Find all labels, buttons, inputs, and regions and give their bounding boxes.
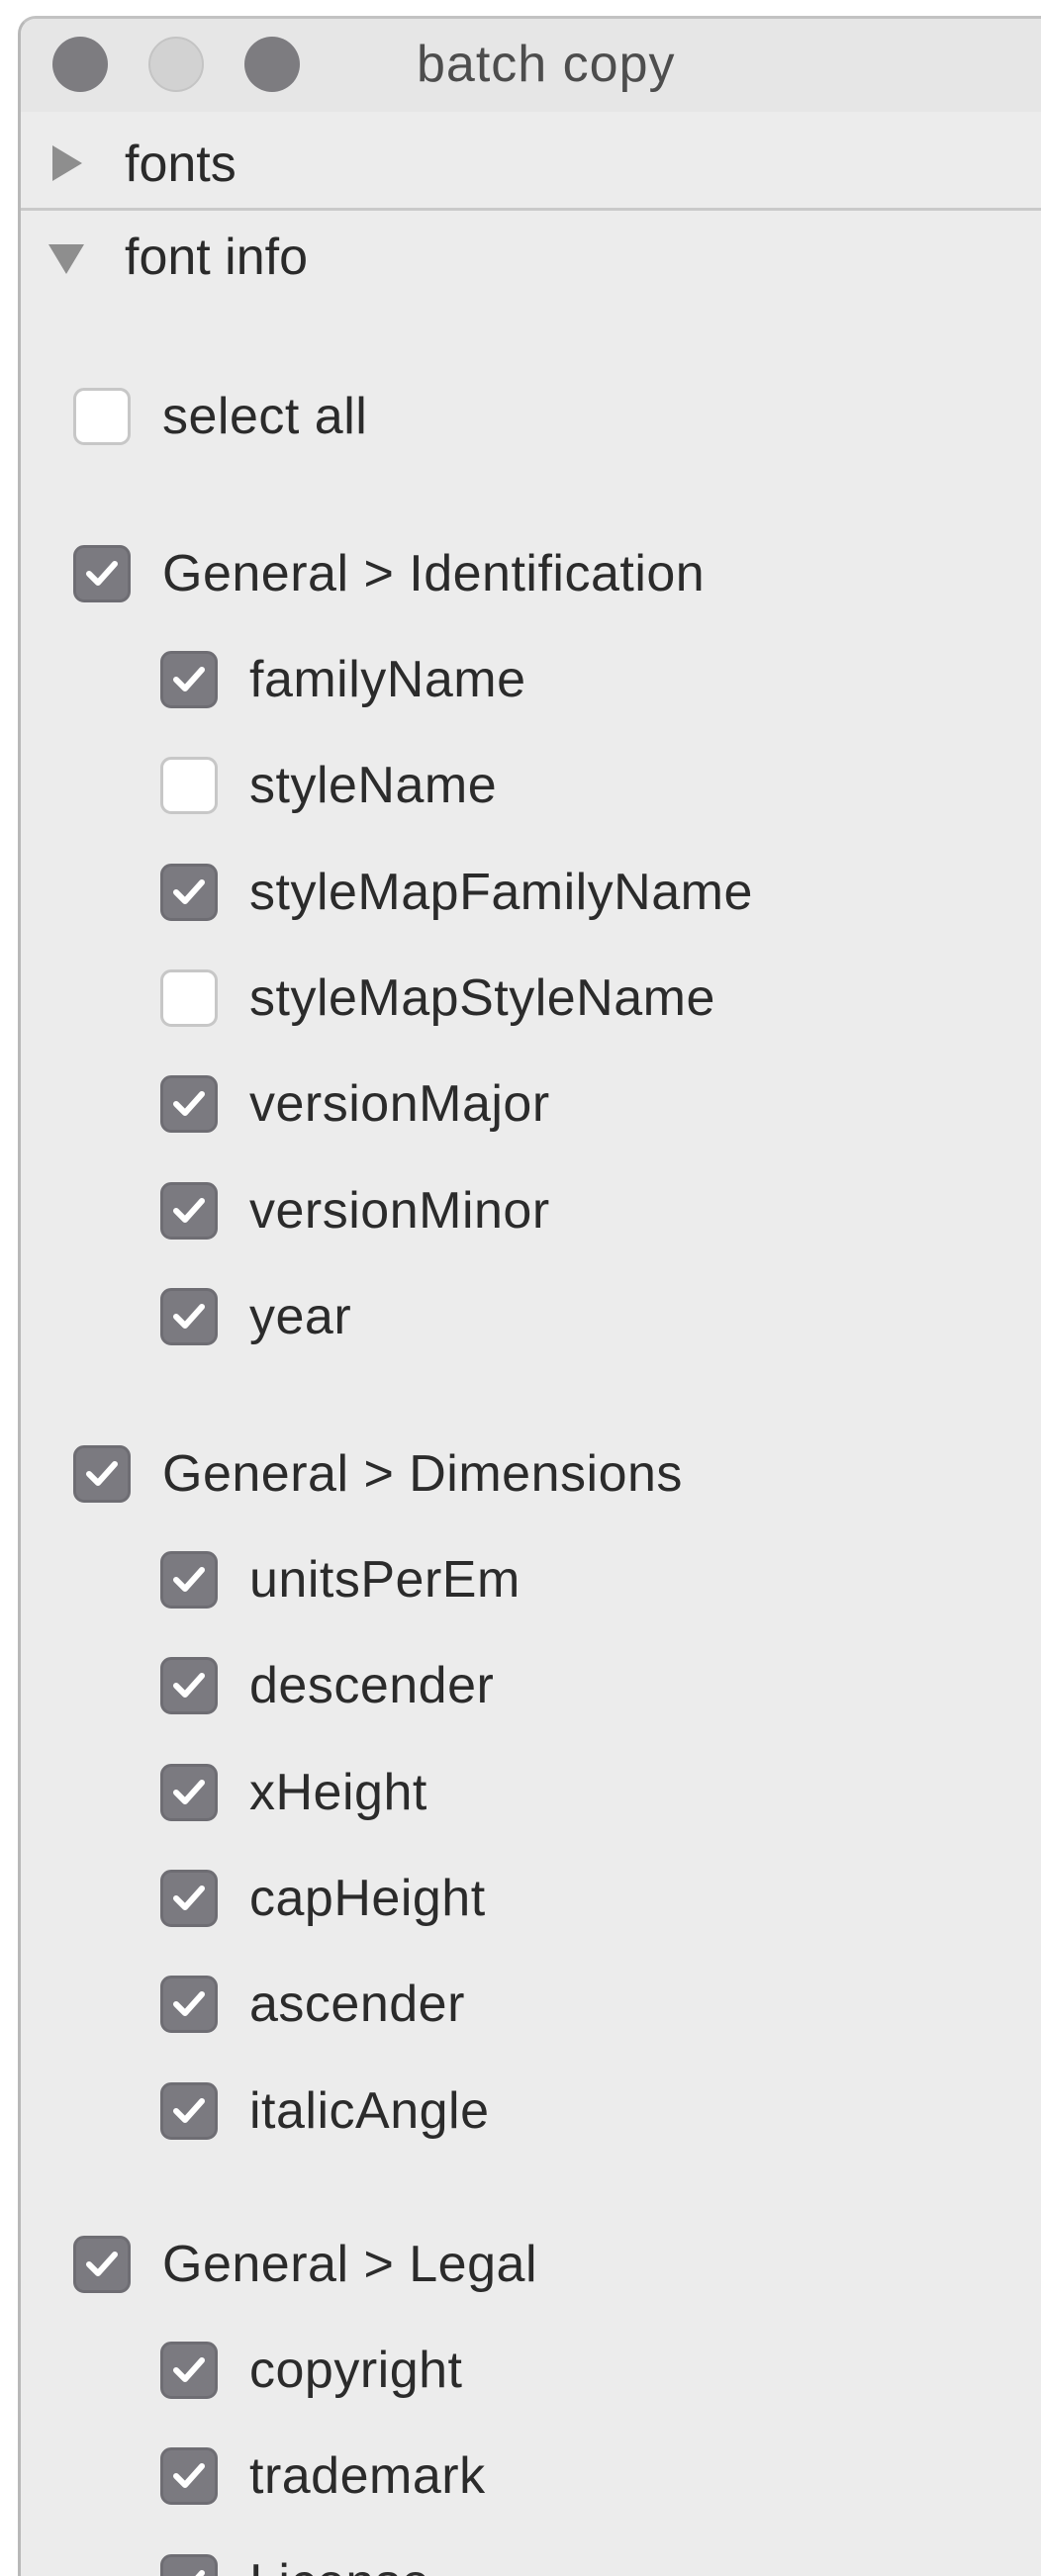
checkbox-label: styleName (249, 757, 498, 814)
checkbox-unchecked[interactable] (73, 388, 131, 445)
checkbox-unchecked[interactable] (160, 969, 218, 1027)
checkmark-icon (173, 2463, 205, 2488)
checkbox-label: copyright (249, 2342, 463, 2399)
checkbox-label: versionMajor (249, 1075, 550, 1133)
checkmark-icon (173, 1567, 205, 1592)
checkmark-icon (173, 1304, 205, 1329)
font-info-section-label: font info (125, 229, 309, 286)
field-checkbox-versionminor[interactable]: versionMinor (160, 1176, 1041, 1247)
checkbox-checked[interactable] (160, 651, 218, 708)
field-checkbox-stylemapfamilyname[interactable]: styleMapFamilyName (160, 858, 1041, 929)
checkbox-label: versionMinor (249, 1182, 550, 1240)
checkmark-icon (173, 1780, 205, 1804)
checkmark-icon (173, 1198, 205, 1223)
section-divider (21, 208, 1041, 211)
fonts-section-header[interactable]: fonts (21, 120, 1041, 209)
window-title: batch copy (417, 36, 676, 93)
field-checkbox-xheight[interactable]: xHeight (160, 1758, 1041, 1829)
checkbox-label: General > Dimensions (162, 1445, 683, 1503)
checkbox-unchecked[interactable] (160, 757, 218, 814)
field-checkbox-trademark[interactable]: trademark (160, 2441, 1041, 2513)
field-checkbox-stylename[interactable]: styleName (160, 751, 1041, 822)
checkmark-icon (195, 2570, 205, 2576)
checkbox-label: trademark (249, 2447, 486, 2505)
field-checkbox-unitsperem[interactable]: unitsPerEm (160, 1545, 1041, 1616)
fonts-section-label: fonts (125, 136, 237, 193)
checkmark-icon (86, 1461, 118, 1486)
checkmark-icon (173, 1991, 205, 2016)
title-bar: batch copy (21, 19, 1041, 112)
checkbox-checked[interactable] (160, 1075, 218, 1133)
checkmark-icon (173, 879, 205, 904)
triangle-down-icon (48, 244, 84, 274)
checkbox-label: capHeight (249, 1870, 486, 1927)
checkbox-checked[interactable] (160, 2554, 218, 2576)
checkbox-label: select all (162, 388, 368, 445)
group-checkbox-2[interactable]: General > Dimensions (73, 1439, 1041, 1511)
checkbox-checked[interactable] (160, 2082, 218, 2140)
checkbox-checked[interactable] (73, 545, 131, 602)
checkmark-icon (173, 1886, 205, 1910)
checkbox-label: unitsPerEm (249, 1551, 520, 1609)
checkmark-icon (173, 667, 205, 691)
checkbox-checked[interactable] (160, 864, 218, 921)
select-all-checkbox[interactable]: select all (73, 382, 1041, 453)
checkbox-checked[interactable] (160, 1870, 218, 1927)
field-checkbox-italicangle[interactable]: italicAngle (160, 2076, 1041, 2148)
checkbox-checked[interactable] (160, 1551, 218, 1609)
field-checkbox-descender[interactable]: descender (160, 1651, 1041, 1722)
checkbox-checked[interactable] (160, 1657, 218, 1714)
checkbox-label: italicAngle (249, 2082, 490, 2140)
checkmark-icon (173, 2357, 205, 2382)
field-checkbox-year[interactable]: year (160, 1282, 1041, 1353)
checkbox-label: styleMapFamilyName (249, 864, 753, 921)
checkbox-label: xHeight (249, 1764, 427, 1821)
checkbox-checked[interactable] (160, 1764, 218, 1821)
checkbox-label: General > Identification (162, 545, 706, 602)
checkbox-label: year (249, 1288, 352, 1345)
checkbox-checked[interactable] (160, 1976, 218, 2033)
field-checkbox-copyright[interactable]: copyright (160, 2336, 1041, 2407)
checkbox-label: familyName (249, 651, 526, 708)
checkbox-checked[interactable] (160, 1182, 218, 1240)
checkbox-checked[interactable] (73, 2236, 131, 2293)
batch-copy-window: batch copy fonts font info select all Gen… (18, 16, 1041, 2576)
checkmark-icon (173, 1673, 205, 1698)
checkmark-icon (173, 1091, 205, 1116)
checkbox-label: styleMapStyleName (249, 969, 715, 1027)
checkmark-icon (86, 561, 118, 586)
checkbox-label: License (249, 2548, 430, 2576)
checkbox-label: descender (249, 1657, 495, 1714)
checkmark-icon (86, 2252, 118, 2276)
font-info-section-header[interactable]: font info (21, 213, 1041, 302)
checkbox-checked[interactable] (160, 2342, 218, 2399)
checkbox-checked[interactable] (160, 2447, 218, 2505)
field-checkbox-license[interactable]: License (160, 2548, 1041, 2576)
checkbox-checked[interactable] (73, 1445, 131, 1503)
field-checkbox-stylemapstylename[interactable]: styleMapStyleName (160, 964, 1041, 1035)
group-checkbox-1[interactable]: General > Identification (73, 539, 1041, 610)
field-checkbox-ascender[interactable]: ascender (160, 1970, 1041, 2041)
triangle-right-icon (52, 145, 82, 181)
group-checkbox-3[interactable]: General > Legal (73, 2230, 1041, 2301)
field-checkbox-versionmajor[interactable]: versionMajor (160, 1069, 1041, 1141)
checkbox-label: General > Legal (162, 2236, 537, 2293)
field-checkbox-capheight[interactable]: capHeight (160, 1864, 1041, 1935)
field-checkbox-familyname[interactable]: familyName (160, 645, 1041, 716)
checkbox-label: ascender (249, 1976, 465, 2033)
checkmark-icon (173, 2098, 205, 2123)
checkbox-checked[interactable] (160, 1288, 218, 1345)
